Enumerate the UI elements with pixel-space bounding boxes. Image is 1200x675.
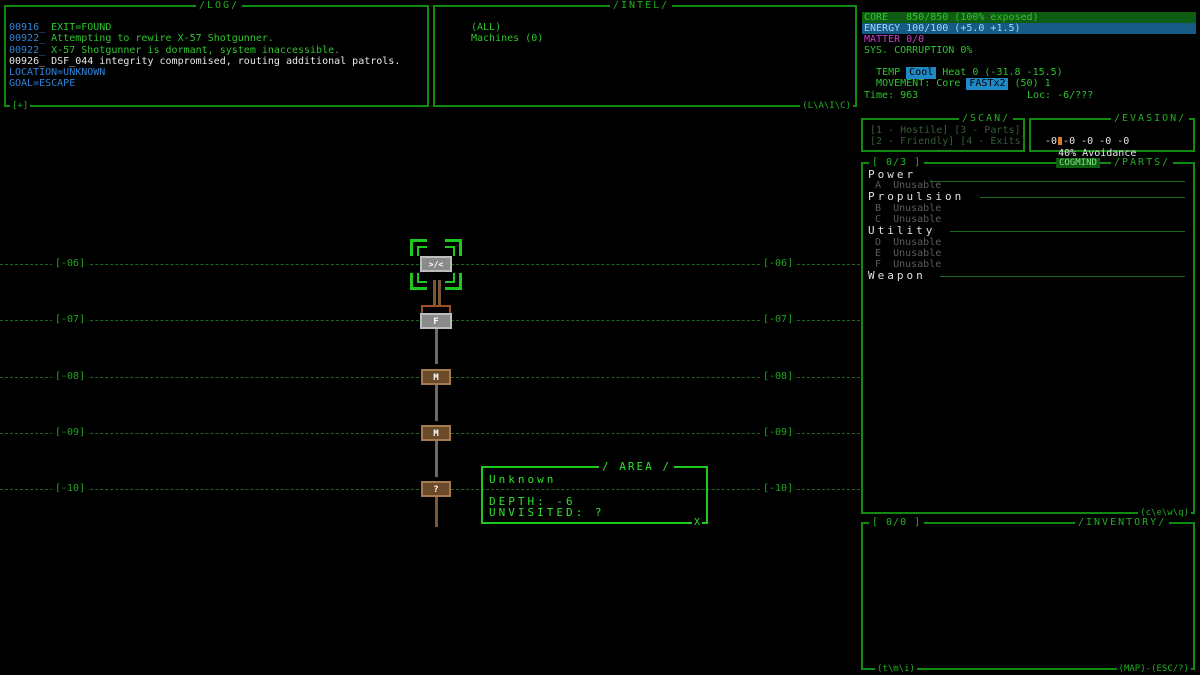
log-line: LOCATION=UNKNOWN — [9, 67, 400, 78]
map-connector — [435, 385, 438, 421]
area-name: Unknown — [489, 473, 557, 486]
log-line: GOAL=ESCAPE — [9, 78, 400, 89]
map-node-factory[interactable]: F — [420, 313, 452, 329]
depth-label-left: [-10] — [52, 483, 89, 495]
inventory-hotkeys[interactable]: (t\m\i) — [875, 664, 917, 674]
movement-value: (50) 1 — [1008, 78, 1051, 90]
map-node-current[interactable]: >/< — [420, 256, 452, 272]
depth-label-left: [-06] — [52, 258, 89, 270]
depth-label-right: [-07] — [760, 314, 797, 326]
evasion-title: /EVASION/ — [1111, 113, 1190, 124]
slot-key: E — [875, 248, 882, 259]
propulsion-divider — [980, 197, 1185, 198]
cogmind-badge: COGMIND — [1056, 158, 1100, 168]
slot-b[interactable]: B Unusable — [875, 203, 941, 214]
section-weapon: Weapon — [868, 270, 929, 281]
map-connector — [435, 497, 438, 527]
log-text: GOAL=ESCAPE — [9, 78, 76, 90]
inventory-panel: [ 0/0 ] /INVENTORY/ (t\m\i) (MAP)-(ESC/?… — [861, 517, 1195, 674]
area-title: / AREA / — [599, 461, 674, 472]
depth-label-right: [-06] — [760, 258, 797, 270]
power-divider — [930, 181, 1185, 182]
log-timestamp: 00922_ — [9, 33, 46, 45]
inventory-title: /INVENTORY/ — [1075, 517, 1170, 528]
depth-label-left: [-09] — [52, 427, 89, 439]
map-esc-hotkeys[interactable]: (MAP)-(ESC/?) — [1116, 664, 1191, 674]
slot-label: Unusable — [893, 248, 942, 259]
inventory-count: [ 0/0 ] — [869, 517, 925, 528]
log-line: 00922_ Attempting to rewire X-57 Shotgun… — [9, 33, 400, 44]
matter-status: MATTER 0/0 — [864, 34, 925, 45]
evasion-panel: /EVASION/ 40% Avoidance -0 -0 -0 -0 -0 — [1029, 113, 1195, 159]
parts-count: [ 0/3 ] — [869, 157, 925, 168]
movement-badge: FASTx2 — [966, 78, 1009, 90]
log-list: 00916_ EXIT=FOUND 00922_ Attempting to r… — [9, 22, 400, 90]
log-line: 00926_ DSF_044 integrity compromised, ro… — [9, 56, 400, 67]
depth-label-right: [-10] — [760, 483, 797, 495]
log-text: X-57 Shotgunner is dormant, system inacc… — [45, 44, 341, 56]
parts-title: /PARTS/ — [1111, 157, 1174, 168]
depth-label-left: [-08] — [52, 371, 89, 383]
slot-d[interactable]: D Unusable — [875, 237, 941, 248]
log-text: EXIT=FOUND — [45, 22, 112, 33]
area-unvisited: UNVISITED: ? — [489, 506, 605, 519]
depth-label-left: [-07] — [52, 314, 89, 326]
intel-filter-all[interactable]: (ALL) — [471, 22, 543, 33]
time-readout: Time: 963 — [864, 90, 919, 101]
area-popup: / AREA / Unknown DEPTH: -6 UNVISITED: ? … — [481, 461, 708, 528]
log-timestamp: 00922_ — [9, 44, 46, 56]
scan-title: /SCAN/ — [959, 113, 1014, 124]
slot-label: Unusable — [893, 203, 942, 214]
location-readout: Loc: -6/??? — [1027, 90, 1094, 101]
log-text: DSF_044 integrity compromised, routing a… — [45, 55, 401, 67]
log-timestamp: 00926_ — [9, 55, 46, 67]
map-node-unknown[interactable]: ? — [421, 481, 451, 497]
area-close-button[interactable]: X — [691, 518, 702, 528]
slot-e[interactable]: E Unusable — [875, 248, 941, 259]
log-line: 00922_ X-57 Shotgunner is dormant, syste… — [9, 45, 400, 56]
core-status: CORE 850/850 (100% exposed) — [864, 12, 1039, 23]
intel-title: /INTEL/ — [610, 0, 673, 11]
scan-row-1[interactable]: [1 - Hostile] [3 - Parts] — [870, 125, 1021, 136]
depth-label-right: [-08] — [760, 371, 797, 383]
log-text: Attempting to rewire X-57 Shotgunner. — [45, 33, 274, 45]
log-text: LOCATION=UNKNOWN — [9, 67, 106, 79]
slot-key: D — [875, 237, 882, 248]
intel-filter-machines[interactable]: Machines (0) — [471, 33, 543, 44]
weapon-divider — [940, 276, 1185, 277]
intel-filter-keys[interactable]: (L\A\I\C) — [800, 101, 853, 111]
scan-panel: /SCAN/ [1 - Hostile] [3 - Parts] [2 - Fr… — [861, 113, 1027, 152]
section-propulsion: Propulsion — [868, 191, 968, 202]
log-panel: /LOG/ 00916_ EXIT=FOUND 00922_ Attemptin… — [4, 0, 429, 111]
corruption-status: SYS. CORRUPTION 0% — [864, 45, 973, 56]
map-node-materials[interactable]: M — [421, 369, 451, 385]
log-title: /LOG/ — [196, 0, 243, 11]
map-node-materials[interactable]: M — [421, 425, 451, 441]
slot-label: Unusable — [893, 237, 942, 248]
log-timestamp: 00916_ — [9, 22, 46, 33]
movement-status: MOVEMENT: Core FASTx2 (50) 1 — [864, 67, 1051, 90]
map-connector — [435, 441, 438, 477]
energy-status: ENERGY 100/100 (+5.0 +1.5) — [864, 23, 1021, 34]
utility-divider — [950, 231, 1185, 232]
intel-panel: /INTEL/ (ALL) Machines (0) (L\A\I\C) — [433, 0, 857, 111]
movement-label: MOVEMENT: Core — [876, 78, 967, 90]
scan-row-2[interactable]: [2 - Friendly] [4 - Exits] — [870, 136, 1027, 147]
slot-key: B — [875, 203, 882, 214]
log-expand-button[interactable]: [+] — [10, 101, 31, 111]
depth-label-right: [-09] — [760, 427, 797, 439]
evasion-values: -0 -0 -0 -0 -0 — [1045, 136, 1130, 147]
map-connector — [435, 328, 438, 364]
section-power: Power — [868, 169, 920, 180]
log-line: 00916_ EXIT=FOUND — [9, 22, 400, 33]
section-utility: Utility — [868, 225, 939, 236]
